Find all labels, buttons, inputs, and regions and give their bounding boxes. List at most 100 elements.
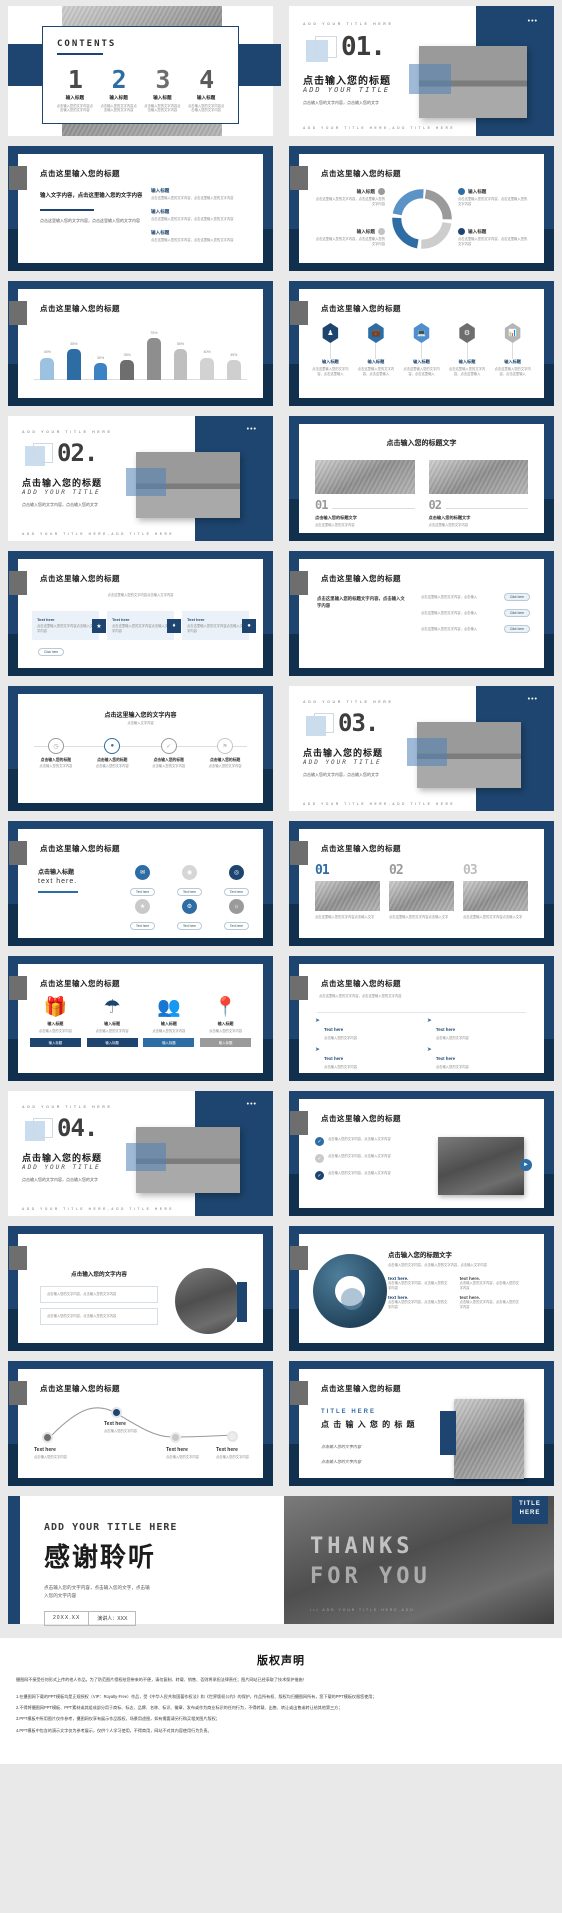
- text-here-button[interactable]: Text here: [130, 922, 156, 930]
- click-here-button[interactable]: Click here: [503, 609, 530, 617]
- bar-item[interactable]: 35%: [118, 308, 137, 380]
- bar-item[interactable]: 55%: [64, 308, 83, 380]
- icon-card[interactable]: 📍 输入标题 点击输入您的文字内容 输入标题: [200, 998, 251, 1047]
- icon-item[interactable]: ★ Text here: [130, 899, 156, 932]
- icon-card[interactable]: 👥 输入标题 点击输入您的文字内容 输入标题: [143, 998, 195, 1047]
- icon-item[interactable]: ✉ Text here: [130, 865, 156, 898]
- click-here-button[interactable]: Click here: [503, 625, 530, 633]
- slide-three-photo-numbered[interactable]: 点击这里输入您的标题 01 点击这里输入您的文字内容点击输入文字 02 点击这里…: [281, 815, 562, 950]
- photo-column[interactable]: 01 点击输入您的标题文字 点击这里输入您的文字内容: [315, 460, 415, 528]
- hexagon-item[interactable]: 💼 输入标题 点击这里输入您的文字内容，点击这里输入: [355, 323, 398, 377]
- grid-item[interactable]: text here. 点击输入您的文字内容，点击输入您的文字内容: [388, 1295, 450, 1310]
- grid-item[interactable]: text here. 点击输入您的文字内容，点击输入您的文字内容: [460, 1295, 522, 1310]
- bar-item[interactable]: 40%: [197, 308, 216, 380]
- text-here-button[interactable]: Text here: [176, 888, 203, 896]
- play-icon[interactable]: ►: [520, 1159, 532, 1171]
- icon-card[interactable]: 🎁 输入标题 点击输入您的文字内容 输入标题: [30, 998, 81, 1047]
- grid-item[interactable]: ➤ Text here 点击输入您的文字内容: [315, 1018, 411, 1041]
- contents-item[interactable]: 2 输入标题 点击输入您的文字内容点 击输入您的文字内容: [98, 67, 140, 113]
- bullet-row[interactable]: ✓ 点击输入您的文字内容，点击输入文字内容: [315, 1154, 423, 1163]
- card[interactable]: Text here 点击这里输入您的文字内容点击输入文字内容 ●: [182, 611, 256, 640]
- bulb-icon: ☼: [228, 899, 244, 914]
- slide-divider-03[interactable]: ••• ADD YOUR TITLE HERE 03. 点击输入您的标题 ADD…: [281, 680, 562, 815]
- slide-icon-row[interactable]: 点击这里输入您的标题 点击输入标题 text here. ✉ Text here…: [0, 815, 281, 950]
- text-here-button[interactable]: Text here: [223, 888, 249, 896]
- photo-column[interactable]: 02 点击输入您的标题文字 点击这里输入您的文字内容: [428, 460, 528, 528]
- slide-two-col-text[interactable]: 点击这里输入您的标题 输入文字内容，点击这里输入您的文字内容 点击这里输入您的文…: [0, 140, 281, 275]
- card-button[interactable]: 输入标题: [200, 1037, 251, 1047]
- slide-divider-04[interactable]: ••• ADD YOUR TITLE HERE 04. 点击输入您的标题 ADD…: [0, 1085, 281, 1220]
- bullet-row[interactable]: ✓ 点击输入您的文字内容，点击输入文字内容: [315, 1171, 423, 1180]
- hexagon-item[interactable]: 📊 输入标题 点击这里输入您的文字内容，点击这里输入: [491, 323, 534, 377]
- card-button[interactable]: 输入标题: [143, 1037, 195, 1047]
- step-item[interactable]: ⚑ 点击输入您的标题 点击输入您的文字内容: [201, 738, 249, 769]
- grid-item[interactable]: ➤ Text here 点击输入您的文字内容: [427, 1018, 523, 1041]
- card-button[interactable]: 输入标题: [86, 1037, 138, 1047]
- slide-text-photo-box[interactable]: 点击输入您的文字内容 点击输入您的文字内容，点击输入您的文字内容 点击输入您的文…: [0, 1220, 281, 1355]
- grid-item[interactable]: text here. 点击输入您的文字内容，点击输入您的文字内容: [460, 1276, 522, 1291]
- icon-card[interactable]: ☂ 输入标题 点击输入您的文字内容 输入标题: [86, 998, 138, 1047]
- data-point-marker[interactable]: [42, 1432, 53, 1443]
- hexagon-item[interactable]: ⚙ 输入标题 点击这里输入您的文字内容，点击这里输入: [446, 323, 489, 377]
- contents-item[interactable]: 1 输入标题 点击输入您的文字内容点 击输入您的文字内容: [54, 67, 96, 113]
- slide-two-photo-numbered[interactable]: 点击输入您的标题文字 01 点击输入您的标题文字 点击这里输入您的文字内容 02: [281, 410, 562, 545]
- list-row[interactable]: 点击这里输入您的文字内容，点击输入 Click here: [421, 625, 530, 633]
- text-here-button[interactable]: Text here: [176, 922, 203, 930]
- photo-column[interactable]: 01 点击这里输入您的文字内容点击输入文字: [315, 864, 380, 919]
- title-tag: [9, 841, 27, 865]
- hexagon-item[interactable]: ♟ 输入标题 点击这里输入您的文字内容，点击这里输入: [309, 323, 352, 377]
- bar-item[interactable]: 35%: [224, 308, 243, 380]
- data-point-marker[interactable]: [170, 1432, 181, 1443]
- text-here-button[interactable]: Text here: [223, 922, 249, 930]
- text-here-button[interactable]: Text here: [130, 888, 156, 896]
- slide-hexagon-timeline[interactable]: 点击这里输入您的标题 ♟ 输入标题 点击这里输入您的文字内容，点击这里输入 💼 …: [281, 275, 562, 410]
- hexagon-item[interactable]: 💻 输入标题 点击这里输入您的文字内容，点击这里输入: [400, 323, 443, 377]
- connector-line: [329, 343, 331, 359]
- contents-item[interactable]: 4 输入标题 点击输入您的文字内容点 击输入您的文字内容: [185, 67, 227, 113]
- data-point-marker[interactable]: [111, 1407, 122, 1418]
- contents-item[interactable]: 3 输入标题 点击输入您的文字内容点 击输入您的文字内容: [141, 67, 183, 113]
- card-button[interactable]: 输入标题: [30, 1037, 81, 1047]
- photo-column[interactable]: 03 点击这里输入您的文字内容点击输入文字: [463, 864, 528, 919]
- slide-photo-bullets[interactable]: 点击这里输入您的标题 ✓ 点击输入您的文字内容，点击输入文字内容 ✓ 点击输入您…: [281, 1085, 562, 1220]
- grid-item[interactable]: ➤ Text here 点击输入您的文字内容: [427, 1047, 523, 1070]
- icon-item[interactable]: ◎ Text here: [223, 865, 249, 898]
- slide-three-cards[interactable]: 点击这里输入您的标题 点击这里输入您的文字内容点击输入文字内容 Text her…: [0, 545, 281, 680]
- slide-contents[interactable]: CONTENTS 1 输入标题 点击输入您的文字内容点 击输入您的文字内容 2 …: [0, 0, 281, 140]
- connector-line: [512, 343, 514, 359]
- list-row[interactable]: 点击这里输入您的文字内容，点击输入 Click here: [421, 609, 530, 617]
- bar-item[interactable]: 55%: [171, 308, 190, 380]
- bar-item[interactable]: 40%: [38, 308, 57, 380]
- slide-four-text-here[interactable]: 点击这里输入您的标题 点击这里输入您的文字内容，点击这里输入您的文字内容 ➤ T…: [281, 950, 562, 1085]
- icon-item[interactable]: ⚙ Text here: [176, 899, 203, 932]
- step-item[interactable]: ◷ 点击输入您的标题 点击输入您的文字内容: [32, 738, 80, 769]
- slide-title-here-photo[interactable]: 点击这里输入您的标题 TITLE HERE 点 击 输 入 您 的 标 题 点击…: [281, 1355, 562, 1490]
- card-button-wrap[interactable]: Click here: [38, 640, 65, 658]
- slide-divider-02[interactable]: ••• ADD YOUR TITLE HERE 02. 点击输入您的标题 ADD…: [0, 410, 281, 545]
- bar-item[interactable]: 30%: [91, 308, 110, 380]
- step-item[interactable]: ● 点击输入您的标题 点击输入您的文字内容: [88, 738, 136, 769]
- bar-item[interactable]: 75%: [144, 308, 163, 380]
- grid-item[interactable]: text here. 点击输入您的文字内容，点击输入您的文字内容: [388, 1276, 450, 1291]
- icon-item[interactable]: ◉ Text here: [176, 865, 203, 898]
- slide-pill-list[interactable]: 点击这里输入您的标题 点击这里输入您的标题文字内容，点击输入文字内容 点击这里输…: [281, 545, 562, 680]
- step-item[interactable]: ✓ 点击输入您的标题 点击输入您的文字内容: [145, 738, 193, 769]
- card[interactable]: Text here 点击这里输入您的文字内容点击输入文字内容 ★: [32, 611, 106, 640]
- slide-donut-diagram[interactable]: 点击这里输入您的标题 输入标题 点击这里输入您的文字内容，点击这里输入您的文字内…: [281, 140, 562, 275]
- slide-bar-chart[interactable]: 点击这里输入您的标题 40% 55% 30% 35% 75% 55% 40% 35%: [0, 275, 281, 410]
- click-here-button[interactable]: Click here: [38, 648, 65, 656]
- click-here-button[interactable]: Click here: [503, 593, 530, 601]
- icon-item[interactable]: ☼ Text here: [223, 899, 249, 932]
- list-row[interactable]: 点击这里输入您的文字内容，点击输入 Click here: [421, 593, 530, 601]
- slide-four-icon-cards[interactable]: 点击这里输入您的标题 🎁 输入标题 点击输入您的文字内容 输入标题 ☂ 输入标题…: [0, 950, 281, 1085]
- card[interactable]: Text here 点击这里输入您的文字内容点击输入文字内容 ♦: [107, 611, 181, 640]
- slide-divider-01[interactable]: ••• ADD YOUR TITLE HERE 01. 点击输入您的标题 ADD…: [281, 0, 562, 140]
- grid-item[interactable]: ➤ Text here 点击输入您的文字内容: [315, 1047, 411, 1070]
- data-point-marker[interactable]: [227, 1431, 238, 1442]
- slide-thanks[interactable]: ADD YOUR TITLE HERE 感谢聆听 点击输入您的文字内容，点击输入…: [0, 1490, 562, 1630]
- slide-arrow-steps[interactable]: 点击这里输入您的文字内容 点击输入文字内容 ◷ 点击输入您的标题 点击输入您的文…: [0, 680, 281, 815]
- slide-photo-donut[interactable]: 点击输入您的标题文字 点击输入您的文字内容，点击输入您的文字内容，点击输入文字内…: [281, 1220, 562, 1355]
- bullet-row[interactable]: ✓ 点击输入您的文字内容，点击输入文字内容: [315, 1137, 423, 1146]
- slide-curve-chart[interactable]: 点击这里输入您的标题 Text here 点击输入您的文字内容 Text her…: [0, 1355, 281, 1490]
- photo-column[interactable]: 02 点击这里输入您的文字内容点击输入文字: [389, 864, 454, 919]
